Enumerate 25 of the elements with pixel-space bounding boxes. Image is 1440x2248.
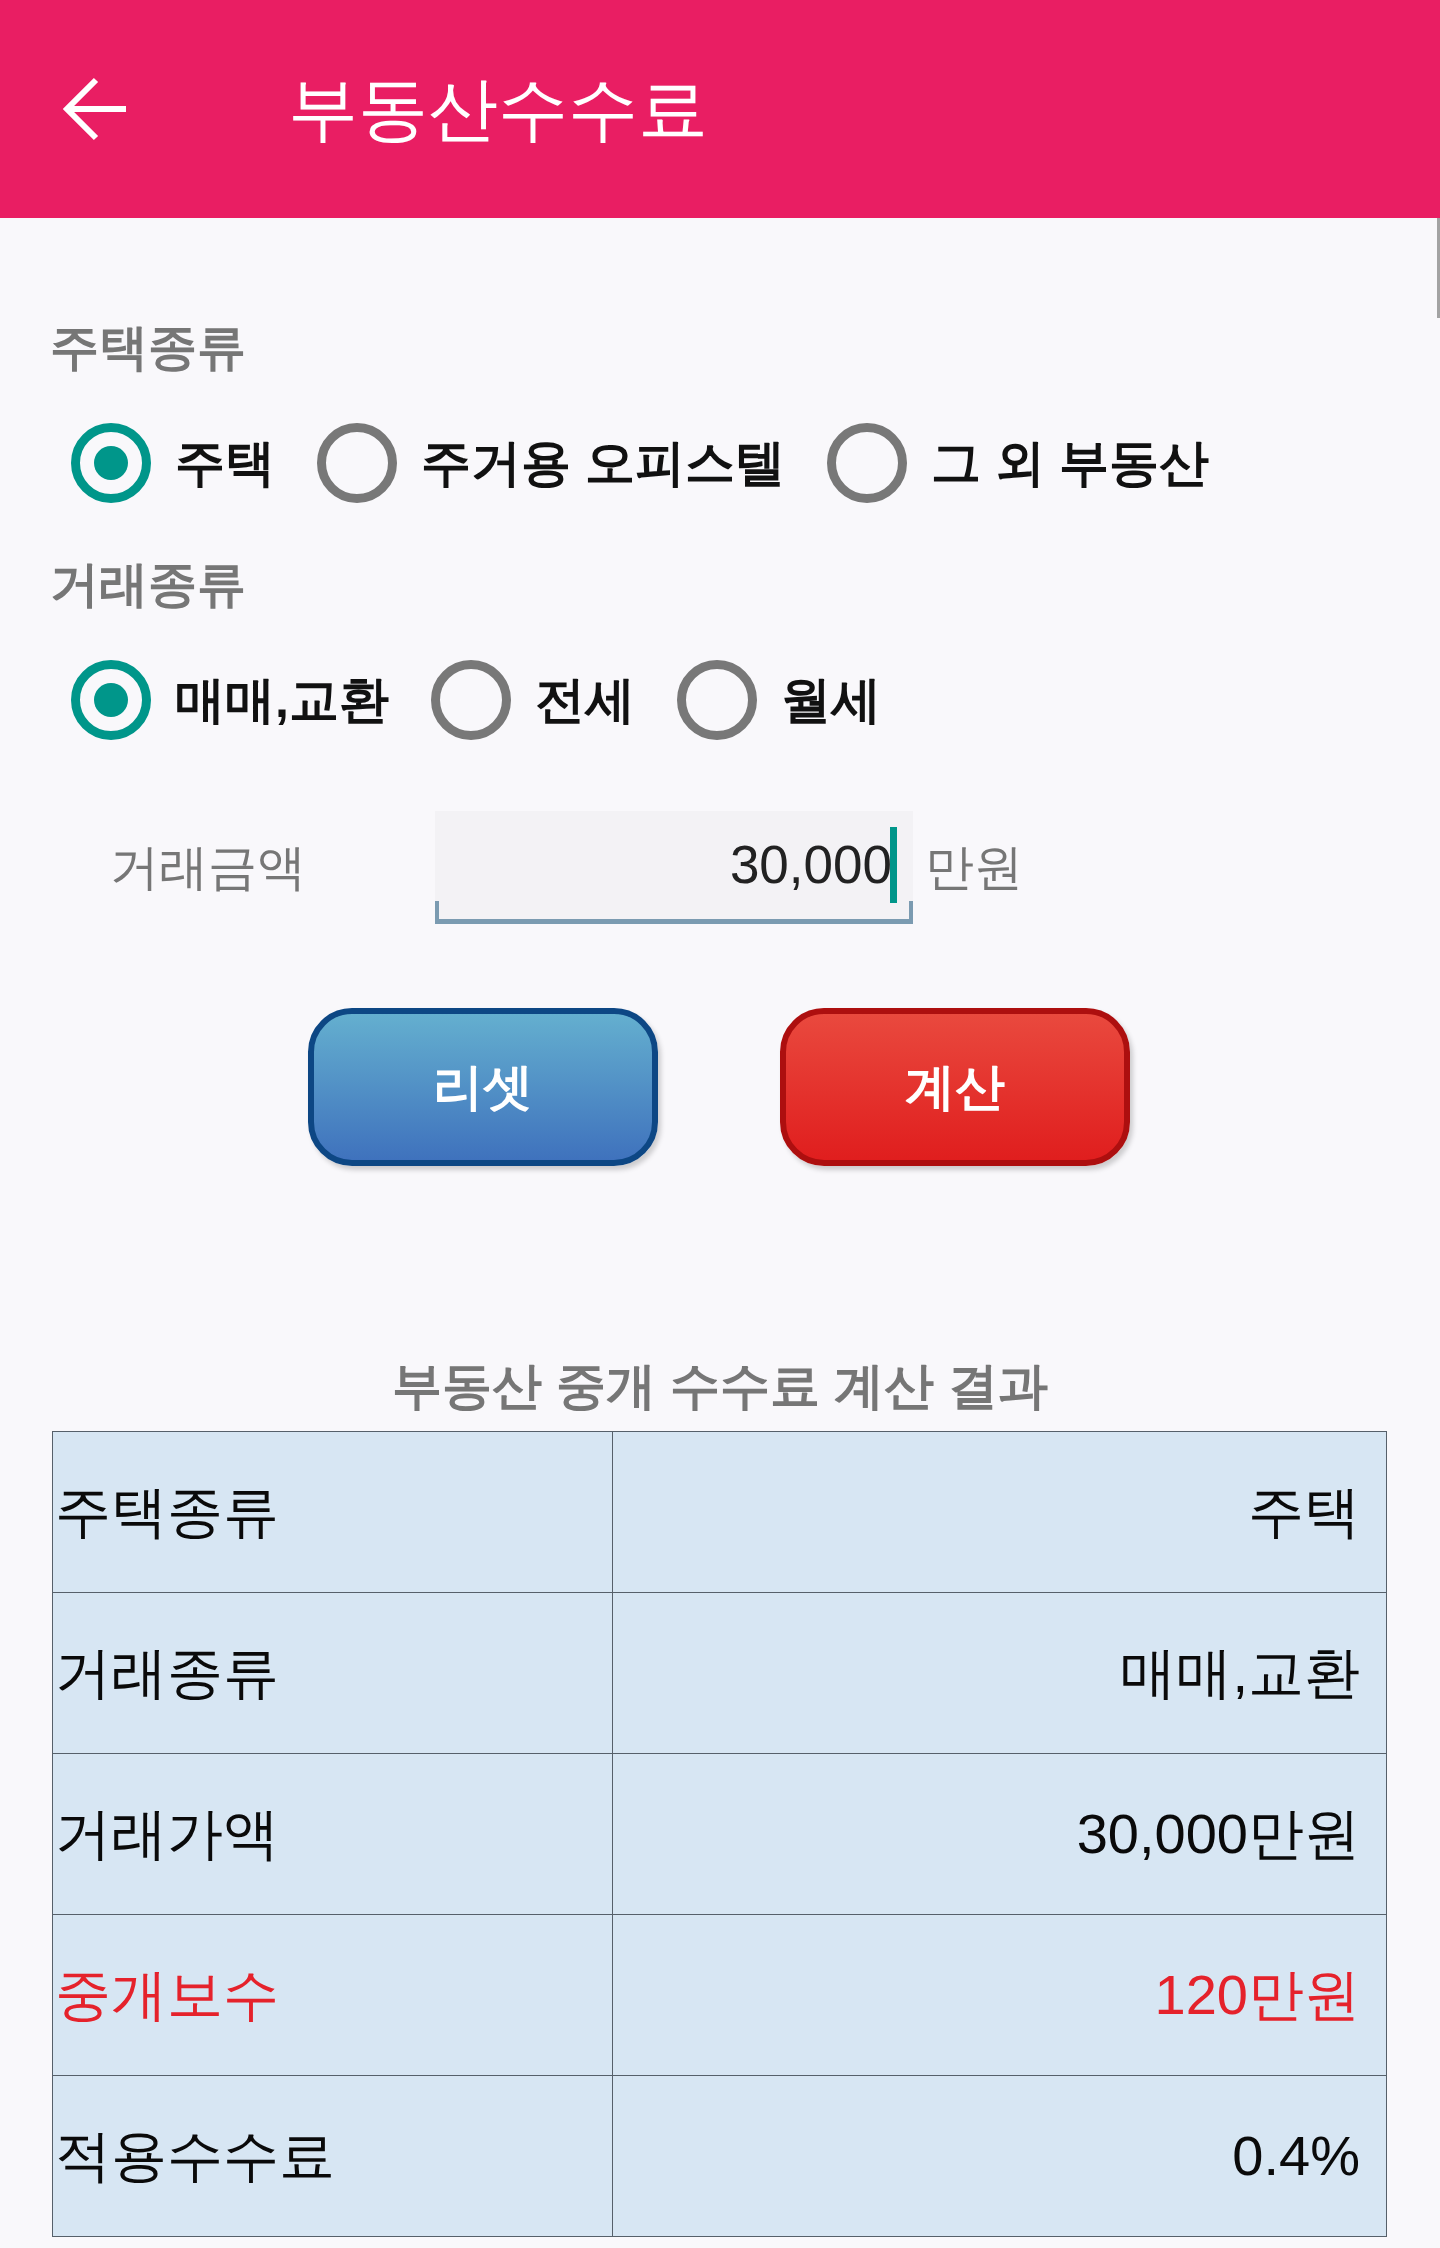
back-arrow-icon[interactable] (62, 77, 128, 141)
radio-option[interactable]: 그 외 부동산 (826, 423, 1209, 503)
table-cell: 거래가액 (52, 1753, 613, 1915)
table-cell: 주택종류 (52, 1431, 613, 1593)
amount-field[interactable]: 30,000 (435, 811, 913, 924)
unit-label: 만원 (925, 839, 1023, 897)
table-cell: 주택 (612, 1431, 1387, 1593)
radio-option[interactable]: 전세 (430, 660, 635, 740)
result-title: 부동산 중개 수수료 계산 결과 (391, 1357, 1049, 1416)
table-cell: 매매,교환 (612, 1592, 1387, 1754)
field-label: 거래금액 (110, 839, 307, 897)
calculate-button[interactable]: 계산 (780, 1008, 1130, 1166)
table-cell: 적용수수료 (52, 2075, 613, 2237)
radio-option[interactable]: 주거용 오피스텔 (317, 423, 785, 503)
table-cell: 0.4% (612, 2075, 1387, 2237)
section-label: 주택종류 (49, 319, 247, 376)
section-label: 거래종류 (49, 556, 247, 613)
table-cell: 30,000만원 (612, 1753, 1387, 1915)
app-title: 부동산수수료 (288, 69, 708, 150)
table-cell: 120만원 (612, 1914, 1387, 2076)
radio-option[interactable]: 주택 (71, 423, 275, 503)
radio-option[interactable]: 매매,교환 (71, 660, 389, 740)
table-cell: 중개보수 (52, 1914, 613, 2076)
radio-option[interactable]: 월세 (676, 660, 881, 740)
table-cell: 거래종류 (52, 1592, 613, 1754)
